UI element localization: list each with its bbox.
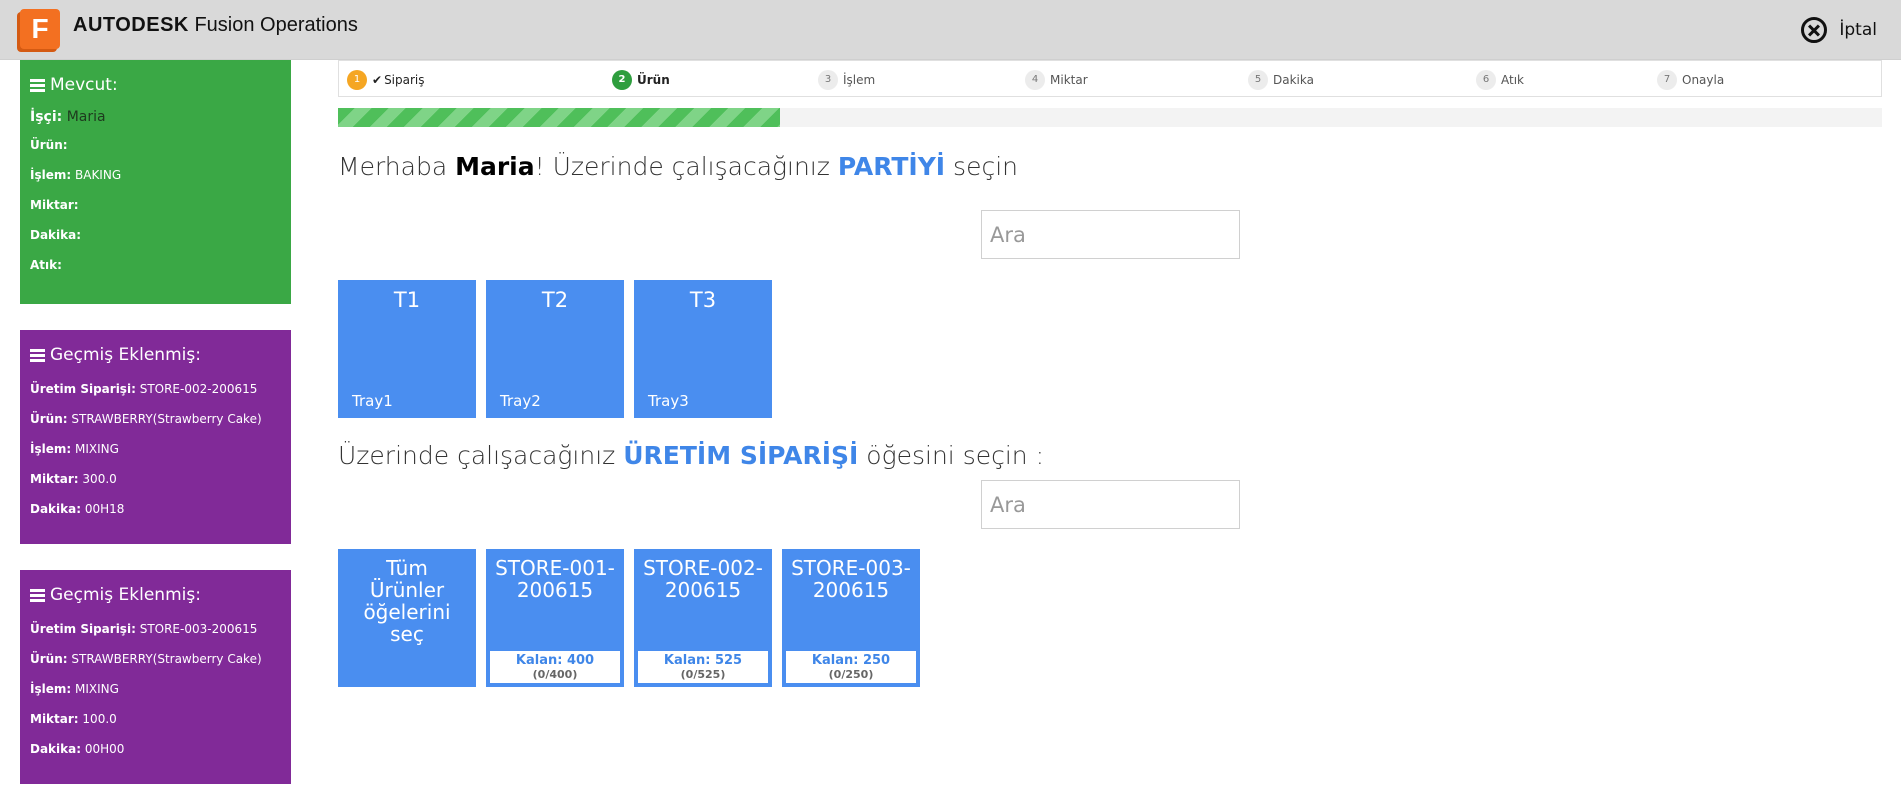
order-accent: ÜRETİM SİPARİŞİ xyxy=(623,441,859,470)
batch-search-input[interactable] xyxy=(981,210,1240,259)
current-quantity: Miktar: xyxy=(30,198,79,212)
wizard-stepper: 1 ✔ Sipariş 2 Ürün 3 İşlem 4 Miktar 5 Da… xyxy=(338,60,1882,97)
select-all-products-tile[interactable]: Tüm Ürünler öğelerini seç xyxy=(338,549,476,687)
worker-name: Maria xyxy=(455,152,535,181)
step-product[interactable]: 2 Ürün xyxy=(612,61,670,98)
step-label: Ürün xyxy=(637,72,670,87)
history-panel-title: Geçmiş Eklenmiş: xyxy=(30,584,281,606)
tile-title: Tüm Ürünler öğelerini seç xyxy=(363,556,451,646)
step-number: 3 xyxy=(818,69,838,90)
history-quantity: Miktar: 300.0 xyxy=(30,472,117,486)
order-tile-store-003[interactable]: STORE-003- 200615 Kalan: 250 (0/250) xyxy=(782,549,920,687)
fusion-logo-icon: F xyxy=(20,9,60,49)
menu-icon xyxy=(30,349,45,362)
check-icon: ✔ xyxy=(372,72,383,87)
step-number: 6 xyxy=(1476,69,1496,90)
current-worker: İşçi: Maria xyxy=(30,109,106,125)
tile-title: STORE-001- 200615 xyxy=(495,556,615,602)
history-panel: Geçmiş Eklenmiş: Üretim Siparişi: STORE-… xyxy=(20,330,291,544)
step-number: 5 xyxy=(1248,69,1268,90)
remaining-progress: (0/525) xyxy=(680,668,726,681)
step-label: Dakika xyxy=(1273,72,1314,87)
history-panel: Geçmiş Eklenmiş: Üretim Siparişi: STORE-… xyxy=(20,570,291,784)
history-quantity: Miktar: 100.0 xyxy=(30,712,117,726)
order-search-input[interactable] xyxy=(981,480,1240,529)
step-number: 1 xyxy=(347,69,367,90)
history-operation: İşlem: MIXING xyxy=(30,682,119,696)
remaining-label: Kalan: 400 xyxy=(515,653,595,668)
cancel-label: İptal xyxy=(1839,20,1877,40)
tile-title: STORE-002- 200615 xyxy=(643,556,763,602)
step-label: Sipariş xyxy=(384,72,425,87)
current-panel-title: Mevcut: xyxy=(30,74,281,96)
current-product: Ürün: xyxy=(30,138,68,152)
step-label: Onayla xyxy=(1682,72,1725,87)
current-minutes: Dakika: xyxy=(30,228,82,242)
batch-tile-t2[interactable]: T2 Tray2 xyxy=(486,280,624,418)
cancel-button[interactable]: İptal xyxy=(1801,14,1877,46)
tile-title: T3 xyxy=(689,288,717,312)
history-product: Ürün: STRAWBERRY(Strawberry Cake) xyxy=(30,652,262,666)
brand-title: AUTODESK Fusion Operations xyxy=(73,14,358,37)
batch-tile-t1[interactable]: T1 Tray1 xyxy=(338,280,476,418)
step-label: Miktar xyxy=(1050,72,1088,87)
remaining-progress: (0/400) xyxy=(532,668,578,681)
step-label: İşlem xyxy=(843,72,876,87)
tile-subtitle: Tray2 xyxy=(500,392,541,410)
current-operation: İşlem: BAKING xyxy=(30,168,122,182)
step-quantity[interactable]: 4 Miktar xyxy=(1025,61,1088,98)
step-confirm[interactable]: 7 Onayla xyxy=(1657,61,1724,98)
history-minutes: Dakika: 00H00 xyxy=(30,742,125,756)
remaining-box: Kalan: 525 (0/525) xyxy=(638,651,768,683)
menu-icon xyxy=(30,79,45,92)
batch-accent: PARTİYİ xyxy=(837,152,946,181)
remaining-box: Kalan: 400 (0/400) xyxy=(490,651,620,683)
wizard-progress-bar xyxy=(338,108,1882,127)
step-minutes[interactable]: 5 Dakika xyxy=(1248,61,1314,98)
step-waste[interactable]: 6 Atık xyxy=(1476,61,1524,98)
current-waste: Atık: xyxy=(30,258,62,272)
remaining-progress: (0/250) xyxy=(828,668,874,681)
remaining-label: Kalan: 525 xyxy=(663,653,743,668)
close-circle-icon xyxy=(1801,17,1828,43)
tile-subtitle: Tray3 xyxy=(648,392,689,410)
history-order: Üretim Siparişi: STORE-003-200615 xyxy=(30,622,258,636)
current-panel: Mevcut: İşçi: Maria Ürün: İşlem: BAKING … xyxy=(20,60,291,304)
tile-title: T1 xyxy=(393,288,421,312)
top-bar: F AUTODESK Fusion Operations İptal xyxy=(0,0,1901,60)
batch-tile-t3[interactable]: T3 Tray3 xyxy=(634,280,772,418)
remaining-label: Kalan: 250 xyxy=(811,653,891,668)
history-product: Ürün: STRAWBERRY(Strawberry Cake) xyxy=(30,412,262,426)
history-order: Üretim Siparişi: STORE-002-200615 xyxy=(30,382,258,396)
order-tile-store-001[interactable]: STORE-001- 200615 Kalan: 400 (0/400) xyxy=(486,549,624,687)
brand-product: Fusion Operations xyxy=(194,14,358,36)
history-operation: İşlem: MIXING xyxy=(30,442,119,456)
order-heading: Üzerinde çalışacağınız ÜRETİM SİPARİŞİ ö… xyxy=(338,441,1045,470)
tile-title: T2 xyxy=(541,288,569,312)
remaining-box: Kalan: 250 (0/250) xyxy=(786,651,916,683)
step-number: 2 xyxy=(612,69,632,90)
step-operation[interactable]: 3 İşlem xyxy=(818,61,875,98)
tile-title: STORE-003- 200615 xyxy=(791,556,911,602)
step-number: 4 xyxy=(1025,69,1045,90)
brand-autodesk: AUTODESK xyxy=(73,14,189,36)
order-tile-store-002[interactable]: STORE-002- 200615 Kalan: 525 (0/525) xyxy=(634,549,772,687)
step-label: Atık xyxy=(1501,72,1524,87)
history-minutes: Dakika: 00H18 xyxy=(30,502,125,516)
step-number: 7 xyxy=(1657,69,1677,90)
tile-subtitle: Tray1 xyxy=(352,392,393,410)
history-panel-title: Geçmiş Eklenmiş: xyxy=(30,344,281,366)
batch-heading: Merhaba Maria! Üzerinde çalışacağınız PA… xyxy=(338,152,1018,181)
menu-icon xyxy=(30,589,45,602)
step-order[interactable]: 1 ✔ Sipariş xyxy=(347,61,425,98)
progress-fill xyxy=(338,108,780,127)
